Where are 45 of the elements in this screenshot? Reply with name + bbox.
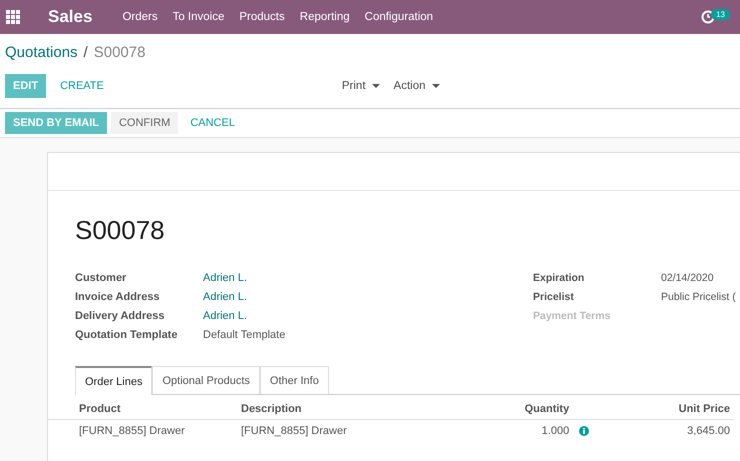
- menu-item[interactable]: Reporting: [300, 11, 350, 23]
- field-label: Payment Terms: [533, 310, 612, 322]
- field-link[interactable]: Adrien L.: [203, 291, 533, 303]
- tab[interactable]: Other Info: [260, 366, 329, 394]
- breadcrumb-separator: /: [84, 44, 88, 63]
- table-cell: 3,645.00: [623, 420, 734, 442]
- field-label: Customer: [75, 272, 128, 284]
- field-label: Invoice Address: [75, 291, 161, 303]
- app-title: Sales: [48, 7, 92, 27]
- menu-item[interactable]: To Invoice: [172, 11, 224, 23]
- status-button[interactable]: CONFIRM: [110, 112, 178, 134]
- tab[interactable]: Optional Products: [152, 366, 260, 394]
- record-title: S00078: [75, 215, 166, 246]
- field-value: Public Pricelist (: [661, 291, 737, 303]
- apps-grid-icon[interactable]: [6, 10, 20, 24]
- table-cell: [FURN_8855] Drawer: [237, 420, 475, 442]
- breadcrumb-link[interactable]: Quotations: [5, 44, 78, 68]
- field-value: 02/14/2020: [661, 272, 715, 284]
- menu-item[interactable]: Configuration: [364, 11, 434, 23]
- field-label: Expiration: [533, 272, 586, 284]
- dropdown-button[interactable]: Action: [392, 74, 442, 98]
- menu-item[interactable]: Orders: [122, 11, 158, 23]
- column-header[interactable]: Product: [48, 399, 237, 420]
- tab[interactable]: Order Lines: [75, 366, 152, 395]
- column-header[interactable]: Unit Price: [623, 399, 734, 420]
- breadcrumb-current: S00078: [94, 44, 146, 63]
- clock-icon[interactable]: [701, 10, 716, 24]
- field-link[interactable]: Adrien L.: [203, 310, 533, 322]
- activity-count: 13: [711, 8, 730, 20]
- table-cell: [FURN_8855] Drawer: [48, 420, 237, 442]
- caret-icon: [432, 84, 440, 88]
- toolbar-button[interactable]: CREATE: [52, 74, 112, 98]
- caret-icon: [372, 84, 380, 88]
- status-button[interactable]: CANCEL: [182, 112, 243, 134]
- field-value: Default Template: [203, 329, 286, 341]
- field-label: Pricelist: [533, 291, 575, 303]
- field-link[interactable]: Adrien L.: [203, 272, 533, 284]
- column-header[interactable]: Quantity: [475, 399, 574, 420]
- dropdown-button[interactable]: Print: [340, 74, 382, 98]
- menu-item[interactable]: Products: [239, 11, 285, 23]
- column-header[interactable]: Description: [237, 399, 475, 420]
- info-icon[interactable]: [579, 426, 590, 436]
- field-label: Quotation Template: [75, 329, 178, 341]
- field-label: Delivery Address: [75, 310, 166, 322]
- table-cell: 1.000: [475, 420, 574, 442]
